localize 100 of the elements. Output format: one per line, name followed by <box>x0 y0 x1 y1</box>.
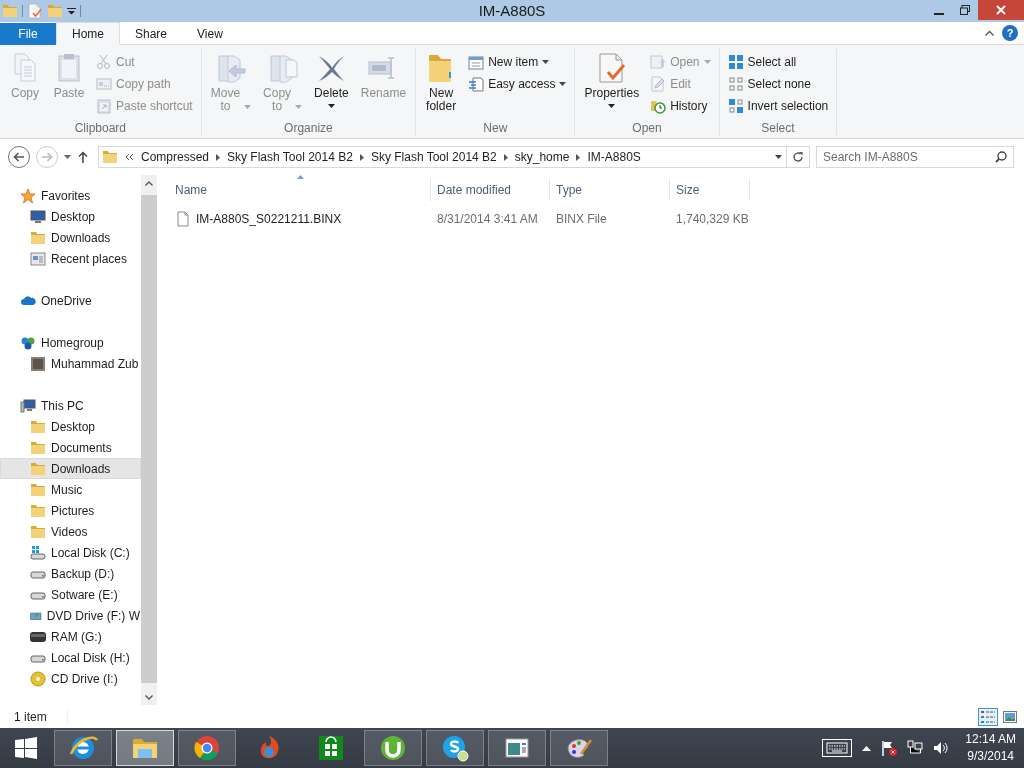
show-hidden-icons-icon[interactable] <box>862 745 872 751</box>
path-icon <box>96 76 112 92</box>
chevron-icon[interactable] <box>216 153 221 161</box>
caret-icon <box>327 104 335 108</box>
ribbon-button[interactable]: New item <box>465 51 570 73</box>
file-row[interactable]: IM-A880S_S0221211.BINX 8/31/2014 3:41 AM BINX File 1,740,329 KB <box>169 208 1024 229</box>
caret-icon <box>608 104 616 108</box>
scrollbar[interactable] <box>141 175 157 705</box>
breadcrumb[interactable]: IM-A880S <box>587 150 641 164</box>
folder-icon <box>30 481 46 498</box>
column-header[interactable]: Type <box>550 179 670 201</box>
nav-item[interactable]: CD Drive (I:) <box>0 668 141 689</box>
ribbon-button[interactable]: History <box>647 95 714 117</box>
invert-selection-icon <box>727 98 744 114</box>
nav-item[interactable]: Homegroup <box>0 332 141 353</box>
search-icon[interactable] <box>995 151 1007 163</box>
folder-icon <box>102 149 118 165</box>
address-bar[interactable]: Compressed Sky Flash Tool 2014 B2 Sky Flash Tool 2014 B2 sky_home IM-A880S <box>98 146 810 168</box>
chevron-icon[interactable] <box>576 153 581 161</box>
group-label: New <box>482 121 509 135</box>
nav-item[interactable]: DVD Drive (F:) W <box>0 605 141 626</box>
nav-item[interactable]: Muhammad Zub <box>0 353 141 374</box>
minimize-icon <box>934 13 944 15</box>
ribbon-button[interactable]: Delete <box>310 49 353 108</box>
computer-icon <box>20 397 36 414</box>
nav-item[interactable]: Videos <box>0 521 141 542</box>
flag-icon[interactable] <box>881 740 898 756</box>
forward-arrow-icon <box>41 152 53 162</box>
scroll-down-icon[interactable] <box>145 694 153 700</box>
chevron-icon[interactable] <box>503 153 508 161</box>
taskbar-button[interactable] <box>426 730 484 766</box>
ribbon-button[interactable]: Invert selection <box>724 95 832 117</box>
ribbon-tab[interactable]: File <box>0 23 56 45</box>
nav-item[interactable]: Pictures <box>0 500 141 521</box>
nav-item[interactable]: Recent places <box>0 248 141 269</box>
nav-item[interactable]: OneDrive <box>0 290 141 311</box>
nav-item[interactable]: Backup (D:) <box>0 563 141 584</box>
ribbon-button[interactable]: Select none <box>724 73 832 95</box>
file-icon <box>175 210 191 227</box>
caret-icon <box>542 60 550 64</box>
ribbon-button[interactable]: Properties <box>580 49 644 108</box>
desktop-icon <box>30 208 46 225</box>
caret-icon[interactable] <box>67 7 76 15</box>
taskbar-button[interactable] <box>550 730 608 766</box>
breadcrumb[interactable]: Sky Flash Tool 2014 B2 <box>370 150 497 164</box>
group-label: Clipboard <box>73 121 128 135</box>
clock[interactable]: 12:14 AM 9/3/2014 <box>965 731 1016 765</box>
up-arrow-icon[interactable] <box>78 151 88 163</box>
breadcrumb[interactable]: Sky Flash Tool 2014 B2 <box>227 150 353 164</box>
column-header[interactable]: Name <box>169 179 431 201</box>
nav-item[interactable]: Downloads <box>0 458 141 479</box>
collapse-ribbon-icon[interactable] <box>985 30 994 36</box>
nav-item[interactable]: Desktop <box>0 206 141 227</box>
keyboard-button[interactable] <box>822 739 853 757</box>
nav-item[interactable]: Music <box>0 479 141 500</box>
history-icon <box>650 98 667 114</box>
shortcut-icon <box>96 98 112 114</box>
ribbon-button[interactable]: Easy access <box>465 73 570 95</box>
nav-item[interactable]: This PC <box>0 395 141 416</box>
taskbar-button[interactable] <box>488 730 546 766</box>
volume-icon[interactable] <box>933 740 950 756</box>
ribbon-tab[interactable]: View <box>182 23 238 45</box>
nav-item[interactable]: Desktop <box>0 416 141 437</box>
nav-item[interactable]: Downloads <box>0 227 141 248</box>
breadcrumb[interactable]: sky_home <box>514 150 570 164</box>
star-icon <box>20 187 36 204</box>
nav-item[interactable]: RAM (G:) <box>0 626 141 647</box>
overflow-chevron-icon[interactable] <box>125 153 134 161</box>
ribbon-button[interactable]: Select all <box>724 51 832 73</box>
nav-item[interactable]: Documents <box>0 437 141 458</box>
window-title: IM-A880S <box>478 2 546 19</box>
column-header[interactable]: Date modified <box>431 179 550 201</box>
clock-date: 9/3/2014 <box>967 748 1014 765</box>
group-label: Organize <box>283 121 334 135</box>
item-count: 1 item <box>14 709 68 724</box>
column-header[interactable]: Size <box>670 179 750 201</box>
breadcrumb[interactable]: Compressed <box>141 150 210 164</box>
ribbon-tab[interactable]: Home <box>56 22 120 45</box>
open-icon <box>650 54 667 70</box>
caret-icon <box>703 60 711 64</box>
refresh-icon[interactable] <box>792 151 804 163</box>
taskbar-button[interactable] <box>364 730 422 766</box>
taskbar-button[interactable] <box>54 730 112 766</box>
ribbon-tab[interactable]: Share <box>120 23 183 45</box>
help-button[interactable]: ? <box>1002 25 1018 41</box>
nav-item[interactable]: Sotware (E:) <box>0 584 141 605</box>
close-button[interactable] <box>978 0 1024 20</box>
view-button[interactable] <box>978 707 998 726</box>
chevron-icon[interactable] <box>359 153 364 161</box>
nav-item[interactable]: Local Disk (H:) <box>0 647 141 668</box>
ribbon-button[interactable]: New folder <box>421 49 462 113</box>
nav-item[interactable]: Local Disk (C:) <box>0 542 141 563</box>
search-field[interactable]: Search IM-A880S <box>816 146 1014 168</box>
nav-item[interactable]: Favorites <box>0 185 141 206</box>
recent-locations-icon[interactable] <box>64 154 72 160</box>
windows-logo-icon <box>15 737 37 759</box>
properties-icon[interactable] <box>27 3 43 19</box>
dropdown-icon[interactable] <box>774 155 782 159</box>
network-icon[interactable] <box>907 740 924 756</box>
scroll-up-icon[interactable] <box>145 180 153 186</box>
